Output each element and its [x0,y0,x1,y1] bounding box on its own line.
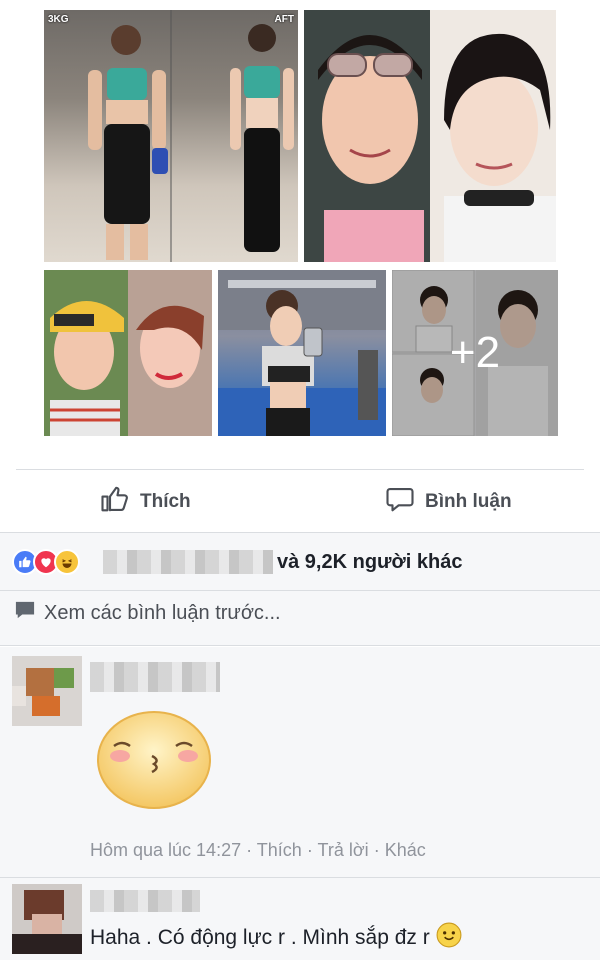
photo-label-after: AFT [274,14,294,25]
meta-separator: · [373,840,380,860]
thumbs-up-icon [100,484,130,520]
action-bar-top-divider [16,469,584,470]
comment-more-link[interactable]: Khác [385,840,426,860]
comment-button[interactable]: Bình luận [385,480,512,524]
speech-bubble-icon [385,484,415,520]
meta-separator: · [246,840,253,860]
smile-emoji-icon [436,922,462,954]
view-previous-comments-label: Xem các bình luận trước... [44,601,281,624]
comment-1-meta: Hôm qua lúc 14:27 · Thích · Trả lời · Kh… [90,840,426,861]
comment-2-text: Haha . Có động lực r . Mình sắp đz r [90,922,462,954]
like-button[interactable]: Thích [100,480,191,524]
comment-like-link[interactable]: Thích [257,840,302,860]
blurred-avatar-image [12,656,82,726]
blurred-avatar-image [12,884,82,954]
comment-button-label: Bình luận [425,491,512,512]
comment-body: Haha . Có động lực r . Mình sắp đz r [90,926,430,949]
like-button-label: Thích [140,491,191,512]
photo-gym-selfie[interactable] [218,270,386,436]
blurred-reactor-names [103,550,273,574]
comment-bubble-icon [14,600,36,626]
blurred-commenter-name[interactable] [90,662,220,692]
reactions-summary[interactable]: và 9,2K người khác [12,546,462,578]
photo-label-before: 3KG [48,14,69,25]
gym-selfie-figure [218,270,386,436]
avatar[interactable] [12,656,82,726]
blush-kiss-sticker [96,710,212,815]
haha-icon [54,549,80,575]
faces-figure [304,10,556,262]
more-photos-count[interactable]: +2 [392,270,558,436]
selfies-figure [44,270,212,436]
view-previous-comments-link[interactable]: Xem các bình luận trước... [14,600,281,626]
reactions-count-text: và 9,2K người khác [277,550,463,573]
comment-timestamp[interactable]: Hôm qua lúc 14:27 [90,840,241,860]
photo-selfies[interactable] [44,270,212,436]
avatar[interactable] [12,884,82,954]
photo-faces-comparison[interactable] [304,10,556,262]
meta-separator: · [306,840,313,860]
before-after-figures [88,10,294,262]
photo-more-gallery[interactable]: +2 [392,270,558,436]
comment-reply-link[interactable]: Trả lời [318,840,369,860]
blurred-commenter-name[interactable] [90,890,200,912]
photo-before-after[interactable]: 3KG AFT [44,10,298,262]
